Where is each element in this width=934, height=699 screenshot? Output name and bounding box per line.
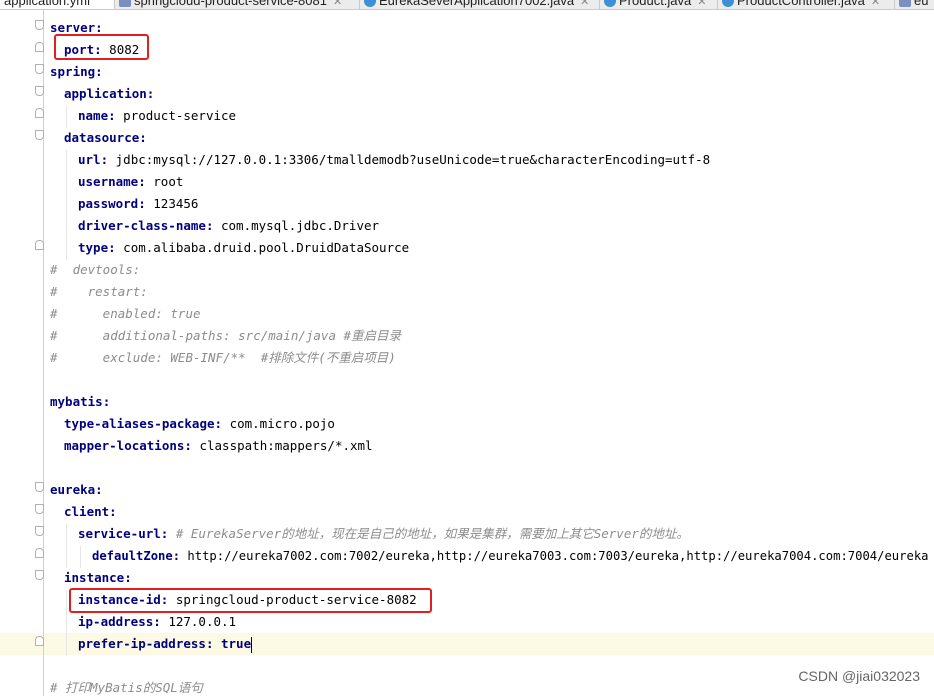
yaml-value: 127.0.0.1 bbox=[168, 614, 237, 629]
yaml-key: datasource bbox=[64, 130, 140, 145]
comment-line: # devtools: bbox=[50, 262, 141, 277]
code-line: eureka: bbox=[50, 482, 103, 497]
code-line: mybatis: bbox=[50, 394, 111, 409]
code-line: driver-class-name: com.mysql.jdbc.Driver bbox=[78, 218, 380, 233]
yaml-key: server bbox=[50, 20, 96, 35]
yaml-key: spring bbox=[50, 64, 96, 79]
code-line: password: 123456 bbox=[78, 196, 199, 211]
code-line: datasource: bbox=[64, 130, 147, 145]
code-line: defaultZone: http://eureka7002.com:7002/… bbox=[92, 549, 929, 563]
yaml-key: service-url bbox=[78, 526, 161, 541]
yaml-key: mybatis bbox=[50, 394, 103, 409]
yaml-value: com.micro.pojo bbox=[229, 416, 335, 431]
yaml-key: type-aliases-package bbox=[64, 416, 215, 431]
text-cursor bbox=[251, 636, 253, 653]
yaml-value: com.alibaba.druid.pool.DruidDataSource bbox=[123, 240, 410, 255]
code-line: username: root bbox=[78, 174, 184, 189]
yaml-value: classpath:mappers/*.xml bbox=[199, 438, 373, 453]
yaml-key: mapper-locations bbox=[64, 438, 185, 453]
yaml-key: username bbox=[78, 174, 139, 189]
watermark: CSDN @jiai032023 bbox=[798, 668, 920, 684]
yaml-key: application bbox=[64, 86, 147, 101]
yaml-key: instance bbox=[64, 570, 125, 585]
code-line: spring: bbox=[50, 64, 103, 79]
yaml-value: jdbc:mysql://127.0.0.1:3306/tmalldemodb?… bbox=[115, 152, 711, 167]
code-line: type-aliases-package: com.micro.pojo bbox=[64, 416, 335, 431]
code-line: service-url: # EurekaServer的地址，现在是自己的地址，… bbox=[78, 526, 689, 541]
code-line: client: bbox=[64, 504, 117, 519]
yaml-value: root bbox=[153, 174, 184, 189]
code-line: instance: bbox=[64, 570, 132, 585]
yaml-key: ip-address bbox=[78, 614, 154, 629]
comment-line: # restart: bbox=[50, 284, 148, 299]
code-line: ip-address: 127.0.0.1 bbox=[78, 614, 237, 629]
yaml-value: com.mysql.jdbc.Driver bbox=[221, 218, 380, 233]
yaml-value: product-service bbox=[123, 108, 237, 123]
highlight-box-port bbox=[54, 34, 149, 60]
inline-comment: # EurekaServer的地址，现在是自己的地址，如果是集群，需要加上其它S… bbox=[175, 526, 689, 541]
highlight-box-instance-id bbox=[69, 588, 432, 613]
yaml-key: defaultZone bbox=[92, 549, 173, 563]
yaml-key: eureka bbox=[50, 482, 96, 497]
code-line: type: com.alibaba.druid.pool.DruidDataSo… bbox=[78, 240, 410, 255]
comment-line: # additional-paths: src/main/java #重启目录 bbox=[50, 328, 402, 343]
yaml-key: name bbox=[78, 108, 109, 123]
yaml-key: client bbox=[64, 504, 110, 519]
yaml-key: prefer-ip-address bbox=[78, 636, 206, 651]
comment-line: # exclude: WEB-INF/** #排除文件(不重启项目) bbox=[50, 350, 396, 365]
yaml-value: http://eureka7002.com:7002/eureka,http:/… bbox=[187, 549, 929, 563]
code-line: prefer-ip-address: true bbox=[78, 636, 253, 653]
yaml-value: true bbox=[221, 636, 252, 651]
code-line: mapper-locations: classpath:mappers/*.xm… bbox=[64, 438, 373, 453]
code-line: url: jdbc:mysql://127.0.0.1:3306/tmallde… bbox=[78, 152, 711, 167]
yaml-key: type bbox=[78, 240, 109, 255]
yaml-key: driver-class-name bbox=[78, 218, 206, 233]
code-line: application: bbox=[64, 86, 155, 101]
yaml-key: password bbox=[78, 196, 139, 211]
yaml-value: 123456 bbox=[153, 196, 199, 211]
yaml-key: url bbox=[78, 152, 101, 167]
comment-line: # enabled: true bbox=[50, 306, 201, 321]
code-line: name: product-service bbox=[78, 108, 237, 123]
